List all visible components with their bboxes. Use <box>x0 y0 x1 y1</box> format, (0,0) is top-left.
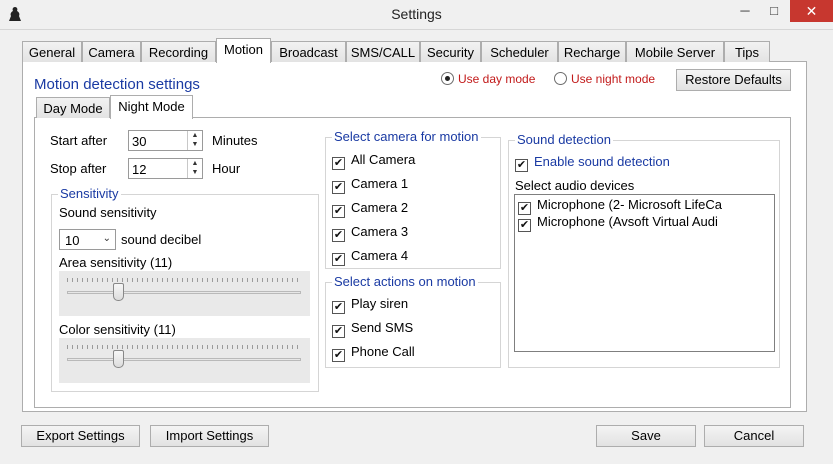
stop-after-stepper[interactable]: 12 ▲ ▼ <box>128 158 203 179</box>
sound-detection-title: Sound detection <box>515 132 613 147</box>
area-sensitivity-slider[interactable] <box>59 271 310 316</box>
maximize-icon[interactable]: □ <box>760 0 788 22</box>
color-slider-thumb[interactable] <box>113 350 124 368</box>
checkbox-label: Camera 1 <box>351 176 409 191</box>
checkbox-icon[interactable]: ✔ <box>515 159 528 172</box>
close-icon[interactable]: ✕ <box>790 0 833 22</box>
export-settings-button[interactable]: Export Settings <box>21 425 140 447</box>
area-slider-thumb[interactable] <box>113 283 124 301</box>
actions-title: Select actions on motion <box>332 274 478 289</box>
slider-ticks <box>67 278 301 282</box>
page-title: Motion detection settings <box>34 76 200 93</box>
checkbox-icon[interactable]: ✔ <box>518 219 531 232</box>
night-mode-radio[interactable]: Use night mode <box>554 72 655 90</box>
tab-motion[interactable]: Motion <box>216 38 271 63</box>
checkbox-label: Play siren <box>351 296 409 311</box>
checkbox-label: Camera 3 <box>351 224 409 239</box>
cancel-button[interactable]: Cancel <box>704 425 804 447</box>
sound-sensitivity-value[interactable]: 10 <box>65 233 79 248</box>
chevron-down-icon[interactable]: ⌄ <box>103 233 111 244</box>
checkbox-camera-3[interactable]: ✔ Camera 3 <box>332 224 408 242</box>
slider-ticks <box>67 345 301 349</box>
checkbox-icon[interactable]: ✔ <box>332 229 345 242</box>
night-mode-radio-button[interactable] <box>554 72 567 85</box>
tab-camera[interactable]: Camera <box>82 41 141 62</box>
sensitivity-title: Sensitivity <box>58 186 121 201</box>
audio-devices-list[interactable]: ✔ Microphone (2- Microsoft LifeCa ✔ Microp… <box>514 194 775 352</box>
camera-select-title: Select camera for motion <box>332 129 481 144</box>
day-mode-label: Use day mode <box>458 72 536 86</box>
checkbox-icon[interactable]: ✔ <box>332 181 345 194</box>
stepper-arrows-icon[interactable]: ▲ ▼ <box>187 131 202 150</box>
checkbox-label: Camera 2 <box>351 200 409 215</box>
checkbox-all-camera[interactable]: ✔ All Camera <box>332 152 415 170</box>
tab-scheduler[interactable]: Scheduler <box>481 41 558 62</box>
import-settings-button[interactable]: Import Settings <box>150 425 269 447</box>
checkbox-icon[interactable]: ✔ <box>332 157 345 170</box>
color-sensitivity-label: Color sensitivity (11) <box>59 322 176 337</box>
sound-sensitivity-label: Sound sensitivity <box>59 205 157 220</box>
tab-tips[interactable]: Tips <box>724 41 770 62</box>
subtab-night-mode[interactable]: Night Mode <box>110 95 193 119</box>
start-after-label: Start after <box>50 133 108 148</box>
checkbox-camera-2[interactable]: ✔ Camera 2 <box>332 200 408 218</box>
checkbox-icon[interactable]: ✔ <box>332 325 345 338</box>
start-after-stepper[interactable]: 30 ▲ ▼ <box>128 130 203 151</box>
tab-mobile-server[interactable]: Mobile Server <box>626 41 724 62</box>
window-title: Settings <box>391 6 442 22</box>
checkbox-label: All Camera <box>351 152 416 167</box>
checkbox-icon[interactable]: ✔ <box>332 301 345 314</box>
audio-devices-label: Select audio devices <box>515 178 635 193</box>
slider-track[interactable] <box>67 291 301 294</box>
tab-recharge[interactable]: Recharge <box>558 41 626 62</box>
stop-after-unit: Hour <box>212 161 241 176</box>
checkbox-camera-1[interactable]: ✔ Camera 1 <box>332 176 408 194</box>
day-mode-radio[interactable]: Use day mode <box>441 72 535 90</box>
tab-security[interactable]: Security <box>420 41 481 62</box>
checkbox-icon[interactable]: ✔ <box>332 349 345 362</box>
tab-recording[interactable]: Recording <box>141 41 216 62</box>
minimize-icon[interactable]: ─ <box>730 0 760 22</box>
checkbox-play-siren[interactable]: ✔ Play siren <box>332 296 408 314</box>
slider-track[interactable] <box>67 358 301 361</box>
tab-sms-call[interactable]: SMS/CALL <box>346 41 420 62</box>
list-item[interactable]: ✔ Microphone (Avsoft Virtual Audi <box>518 214 718 232</box>
list-item[interactable]: ✔ Microphone (2- Microsoft LifeCa <box>518 197 722 215</box>
device-label: Microphone (2- Microsoft LifeCa <box>537 197 722 212</box>
save-button[interactable]: Save <box>596 425 696 447</box>
checkbox-label: Phone Call <box>351 344 415 359</box>
day-mode-radio-button[interactable] <box>441 72 454 85</box>
tab-broadcast[interactable]: Broadcast <box>271 41 346 62</box>
subtab-day-mode[interactable]: Day Mode <box>36 97 110 118</box>
checkbox-send-sms[interactable]: ✔ Send SMS <box>332 320 413 338</box>
sound-decibel-label: sound decibel <box>121 232 202 247</box>
start-after-value[interactable]: 30 <box>132 134 146 149</box>
stop-after-value[interactable]: 12 <box>132 162 146 177</box>
checkbox-enable-sound[interactable]: ✔ Enable sound detection <box>515 154 670 172</box>
checkbox-icon[interactable]: ✔ <box>332 205 345 218</box>
area-sensitivity-label: Area sensitivity (11) <box>59 255 173 270</box>
tab-general[interactable]: General <box>22 41 82 62</box>
stepper-arrows-icon[interactable]: ▲ ▼ <box>187 159 202 178</box>
device-label: Microphone (Avsoft Virtual Audi <box>537 214 718 229</box>
start-after-unit: Minutes <box>212 133 258 148</box>
enable-sound-label: Enable sound detection <box>534 154 670 169</box>
sound-sensitivity-select[interactable]: 10 ⌄ <box>59 229 116 250</box>
stop-after-label: Stop after <box>50 161 107 176</box>
checkbox-camera-4[interactable]: ✔ Camera 4 <box>332 248 408 266</box>
checkbox-icon[interactable]: ✔ <box>332 253 345 266</box>
checkbox-phone-call[interactable]: ✔ Phone Call <box>332 344 415 362</box>
night-mode-label: Use night mode <box>571 72 656 86</box>
checkbox-label: Camera 4 <box>351 248 409 263</box>
restore-defaults-button[interactable]: Restore Defaults <box>676 69 791 91</box>
checkbox-label: Send SMS <box>351 320 414 335</box>
color-sensitivity-slider[interactable] <box>59 338 310 383</box>
